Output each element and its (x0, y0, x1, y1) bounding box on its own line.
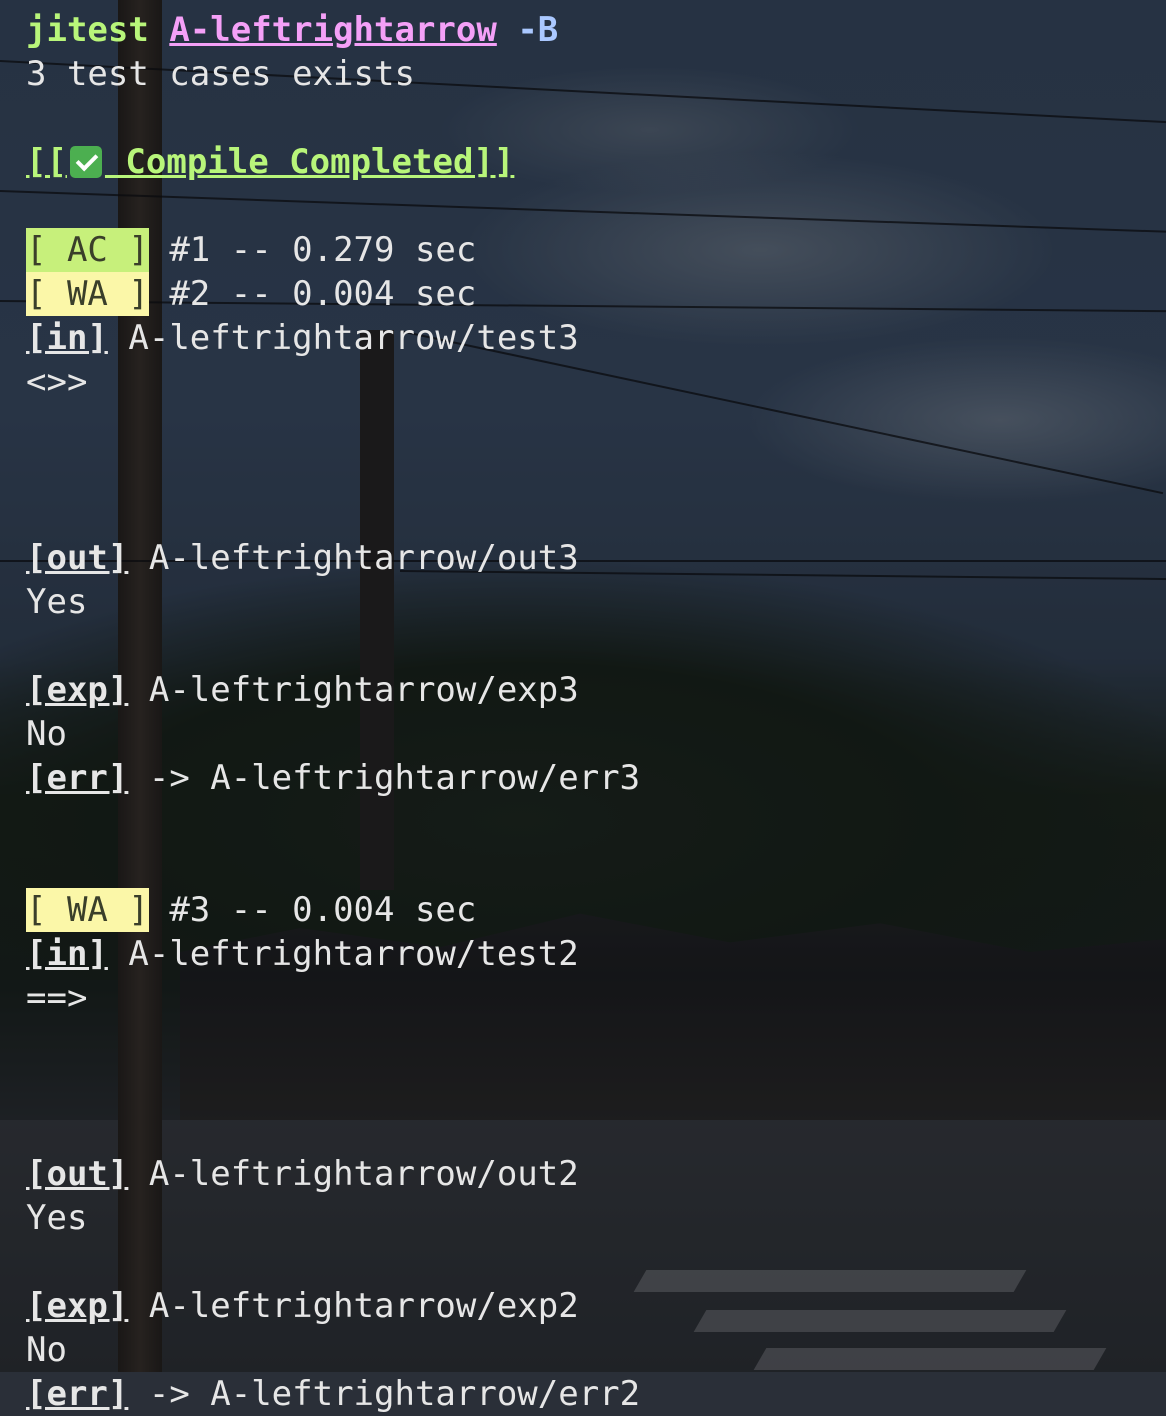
input-tag: [in] (26, 318, 108, 358)
output-tag: [out] (26, 1154, 129, 1194)
error-path: -> A-leftrightarrow/err2 (148, 1374, 641, 1414)
status-badge-wa: [ WA ] (26, 272, 149, 316)
input-header-line: [in] A-leftrightarrow/test2 (26, 932, 1166, 976)
command-program: jitest (26, 10, 149, 50)
output-tag: [out] (26, 538, 129, 578)
expected-tag: [exp] (26, 1286, 129, 1326)
output-path: A-leftrightarrow/out2 (148, 1154, 579, 1194)
expected-content: No (26, 1330, 67, 1370)
expected-header-line: [exp] A-leftrightarrow/exp2 (26, 1284, 1166, 1328)
expected-content-line: No (26, 712, 1166, 756)
output-path: A-leftrightarrow/out3 (148, 538, 579, 578)
input-path: A-leftrightarrow/test3 (128, 318, 579, 358)
expected-tag: [exp] (26, 670, 129, 710)
status-badge-wa: [ WA ] (26, 888, 149, 932)
result-detail: #3 -- 0.004 sec (169, 890, 477, 930)
output-content: Yes (26, 582, 88, 622)
compile-prefix: [[ (26, 142, 67, 182)
compile-status-line: [[ Compile Completed]] (26, 140, 1166, 184)
command-argument[interactable]: A-leftrightarrow (169, 10, 497, 50)
expected-path: A-leftrightarrow/exp2 (148, 1286, 579, 1326)
error-header-line: [err] -> A-leftrightarrow/err2 (26, 1372, 1166, 1416)
input-content: <>> (26, 362, 88, 402)
expected-content-line: No (26, 1328, 1166, 1372)
input-path: A-leftrightarrow/test2 (128, 934, 579, 974)
output-content-line: Yes (26, 580, 1166, 624)
command-flag: -B (517, 10, 559, 50)
output-content-line: Yes (26, 1196, 1166, 1240)
compile-status: [[ Compile Completed]] (26, 142, 514, 182)
output-header-line: [out] A-leftrightarrow/out3 (26, 536, 1166, 580)
result-detail: #1 -- 0.279 sec (169, 230, 477, 270)
error-header-line: [err] -> A-leftrightarrow/err3 (26, 756, 1166, 800)
error-tag: [err] (26, 1374, 129, 1414)
expected-header-line: [exp] A-leftrightarrow/exp3 (26, 668, 1166, 712)
check-mark-button-icon (69, 146, 102, 178)
summary-line: 3 test cases exists (26, 52, 1166, 96)
input-content: ==> (26, 978, 88, 1018)
test-case-summary: 3 test cases exists (26, 54, 415, 94)
input-content-line: ==> (26, 976, 1166, 1020)
input-header-line: [in] A-leftrightarrow/test3 (26, 316, 1166, 360)
compile-label: Compile Completed]] (104, 142, 515, 182)
result-line: [ WA ] #2 -- 0.004 sec (26, 272, 1166, 316)
result-detail: #2 -- 0.004 sec (169, 274, 477, 314)
output-header-line: [out] A-leftrightarrow/out2 (26, 1152, 1166, 1196)
command-line: jitest A-leftrightarrow -B (26, 8, 1166, 52)
error-path: -> A-leftrightarrow/err3 (148, 758, 641, 798)
input-tag: [in] (26, 934, 108, 974)
terminal-output: jitest A-leftrightarrow -B 3 test cases … (26, 8, 1166, 1416)
status-badge-ac: [ AC ] (26, 228, 149, 272)
input-content-line: <>> (26, 360, 1166, 404)
result-line: [ WA ] #3 -- 0.004 sec (26, 888, 1166, 932)
result-line: [ AC ] #1 -- 0.279 sec (26, 228, 1166, 272)
expected-content: No (26, 714, 67, 754)
error-tag: [err] (26, 758, 129, 798)
expected-path: A-leftrightarrow/exp3 (148, 670, 579, 710)
output-content: Yes (26, 1198, 88, 1238)
